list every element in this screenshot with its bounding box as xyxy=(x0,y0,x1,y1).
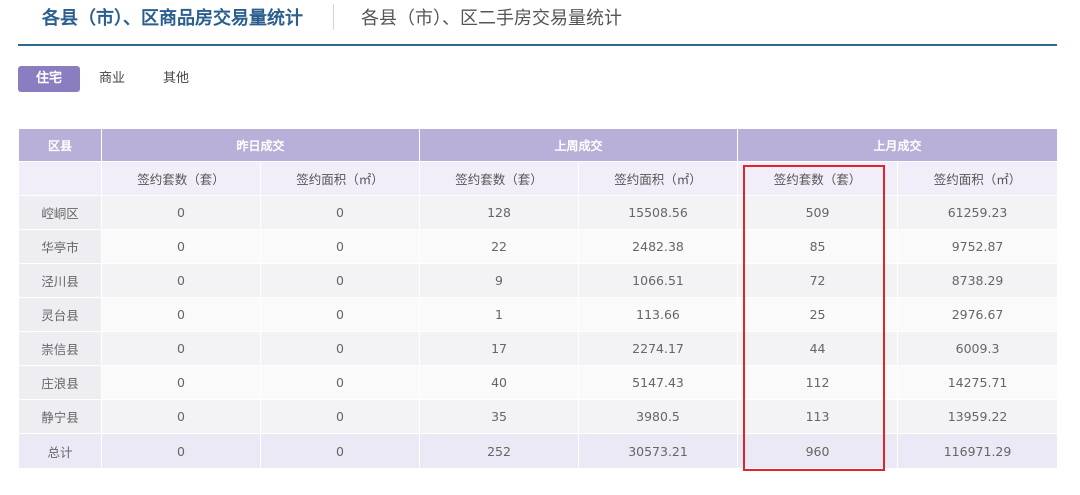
value-cell: 3980.5 xyxy=(578,399,739,434)
value-cell: 0 xyxy=(259,229,421,264)
value-cell: 30573.21 xyxy=(578,433,739,469)
value-cell: 509 xyxy=(737,195,899,230)
sub-header-area: 签约面积（㎡） xyxy=(897,161,1059,196)
header-last-month: 上月成交 xyxy=(737,128,1059,162)
value-cell: 61259.23 xyxy=(897,195,1059,230)
value-cell: 40 xyxy=(419,365,580,400)
header-county: 区县 xyxy=(18,128,102,162)
value-cell: 0 xyxy=(101,297,261,332)
sub-header-area: 签约面积（㎡） xyxy=(578,161,739,196)
value-cell: 22 xyxy=(419,229,580,264)
subtab-other[interactable]: 其他 xyxy=(163,66,189,92)
value-cell: 2976.67 xyxy=(897,297,1059,332)
value-cell: 113 xyxy=(737,399,899,434)
county-cell: 灵台县 xyxy=(18,297,102,332)
group-header-row: 区县 昨日成交 上周成交 上月成交 xyxy=(18,128,1059,162)
value-cell: 14275.71 xyxy=(897,365,1059,400)
value-cell: 72 xyxy=(737,263,899,298)
value-cell: 5147.43 xyxy=(578,365,739,400)
table-row: 崆峒区 0 0 128 15508.56 509 61259.23 xyxy=(18,195,1059,230)
value-cell: 0 xyxy=(259,263,421,298)
value-cell: 9 xyxy=(419,263,580,298)
sub-header-units: 签约套数（套） xyxy=(419,161,580,196)
table-row: 华亭市 0 0 22 2482.38 85 9752.87 xyxy=(18,229,1059,264)
value-cell: 44 xyxy=(737,331,899,366)
value-cell: 15508.56 xyxy=(578,195,739,230)
transaction-table: 区县 昨日成交 上周成交 上月成交 签约套数（套） 签约面积（㎡） 签约套数（套… xyxy=(18,128,1059,469)
sub-header-row: 签约套数（套） 签约面积（㎡） 签约套数（套） 签约面积（㎡） 签约套数（套） … xyxy=(18,161,1059,196)
value-cell: 0 xyxy=(259,399,421,434)
sub-header-units: 签约套数（套） xyxy=(101,161,261,196)
value-cell: 112 xyxy=(737,365,899,400)
county-cell: 泾川县 xyxy=(18,263,102,298)
value-cell: 85 xyxy=(737,229,899,264)
value-cell: 0 xyxy=(259,331,421,366)
county-cell: 静宁县 xyxy=(18,399,102,434)
subtab-residential[interactable]: 住宅 xyxy=(18,66,80,92)
county-cell: 庄浪县 xyxy=(18,365,102,400)
value-cell: 8738.29 xyxy=(897,263,1059,298)
sub-header-area: 签约面积（㎡） xyxy=(259,161,421,196)
county-cell: 崆峒区 xyxy=(18,195,102,230)
county-cell: 华亭市 xyxy=(18,229,102,264)
value-cell: 9752.87 xyxy=(897,229,1059,264)
table-row: 灵台县 0 0 1 113.66 25 2976.67 xyxy=(18,297,1059,332)
tab-second-hand-stats[interactable]: 各县（市）、区二手房交易量统计 xyxy=(361,4,622,30)
value-cell: 2482.38 xyxy=(578,229,739,264)
value-cell: 0 xyxy=(101,433,261,469)
value-cell: 13959.22 xyxy=(897,399,1059,434)
county-cell: 总计 xyxy=(18,433,102,469)
value-cell: 113.66 xyxy=(578,297,739,332)
value-cell: 35 xyxy=(419,399,580,434)
value-cell: 0 xyxy=(259,433,421,469)
tabs-header: 各县（市）、区商品房交易量统计 各县（市）、区二手房交易量统计 xyxy=(18,0,1057,46)
value-cell: 2274.17 xyxy=(578,331,739,366)
value-cell: 0 xyxy=(101,399,261,434)
value-cell: 17 xyxy=(419,331,580,366)
header-last-week: 上周成交 xyxy=(419,128,739,162)
value-cell: 116971.29 xyxy=(897,433,1059,469)
value-cell: 0 xyxy=(101,263,261,298)
total-row: 总计 0 0 252 30573.21 960 116971.29 xyxy=(18,433,1059,469)
table-row: 庄浪县 0 0 40 5147.43 112 14275.71 xyxy=(18,365,1059,400)
value-cell: 25 xyxy=(737,297,899,332)
value-cell: 128 xyxy=(419,195,580,230)
value-cell: 0 xyxy=(101,195,261,230)
value-cell: 0 xyxy=(259,365,421,400)
table-row: 静宁县 0 0 35 3980.5 113 13959.22 xyxy=(18,399,1059,434)
tab-divider xyxy=(333,4,334,30)
value-cell: 0 xyxy=(101,331,261,366)
header-yesterday: 昨日成交 xyxy=(100,128,421,162)
value-cell: 0 xyxy=(259,297,421,332)
value-cell: 252 xyxy=(419,433,580,469)
value-cell: 1066.51 xyxy=(578,263,739,298)
sub-header-blank xyxy=(18,161,102,196)
value-cell: 960 xyxy=(737,433,899,469)
value-cell: 1 xyxy=(419,297,580,332)
table-row: 崇信县 0 0 17 2274.17 44 6009.3 xyxy=(18,331,1059,366)
tab-new-housing-stats[interactable]: 各县（市）、区商品房交易量统计 xyxy=(42,4,303,30)
value-cell: 6009.3 xyxy=(897,331,1059,366)
value-cell: 0 xyxy=(259,195,421,230)
county-cell: 崇信县 xyxy=(18,331,102,366)
subtab-commercial[interactable]: 商业 xyxy=(99,66,125,92)
sub-header-units: 签约套数（套） xyxy=(737,161,899,196)
value-cell: 0 xyxy=(101,229,261,264)
value-cell: 0 xyxy=(101,365,261,400)
table-row: 泾川县 0 0 9 1066.51 72 8738.29 xyxy=(18,263,1059,298)
